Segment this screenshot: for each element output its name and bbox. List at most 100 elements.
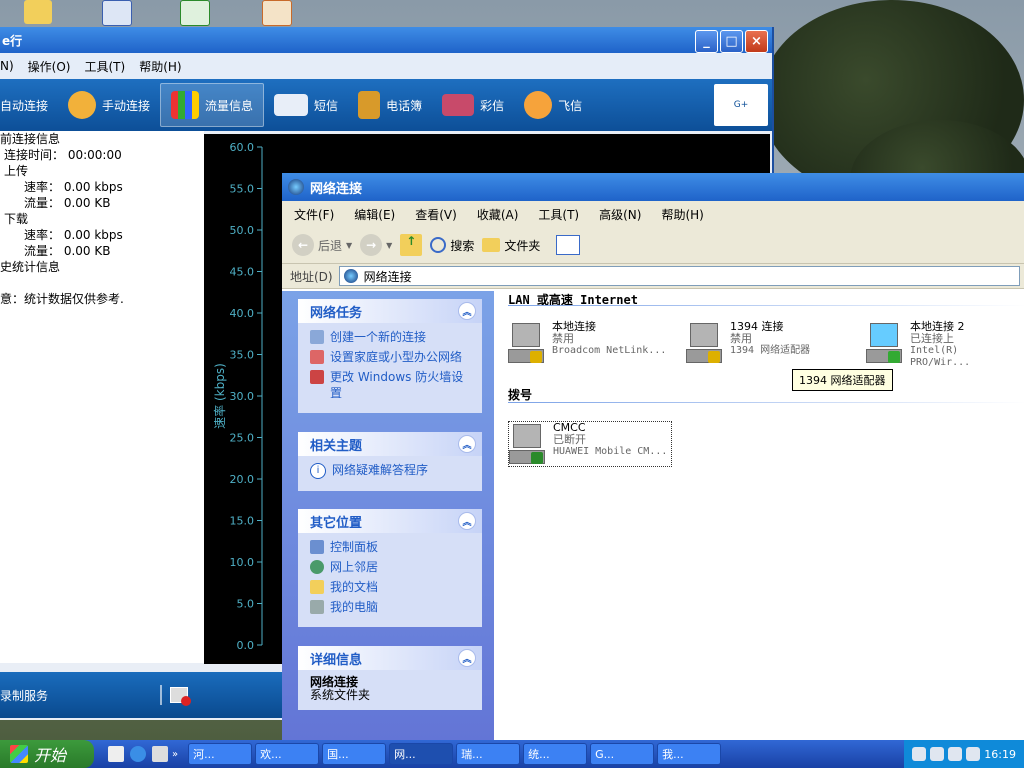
views-icon[interactable] — [556, 235, 581, 255]
info-line: 前连接信息 — [0, 132, 61, 146]
tooltip: 1394 网络适配器 — [792, 369, 893, 391]
menu-advanced[interactable]: 高级(N) — [599, 206, 641, 223]
plug-icon — [68, 91, 97, 119]
tray-icon[interactable] — [966, 747, 981, 761]
quicklaunch-icon[interactable] — [152, 746, 168, 762]
connection-item[interactable]: 本地连接 禁用 Broadcom NetLink... — [508, 321, 666, 365]
quicklaunch-icon[interactable] — [108, 746, 124, 762]
tray-icon[interactable] — [948, 747, 963, 761]
phonebook-button[interactable]: 电话簿 — [348, 84, 432, 126]
search-button[interactable]: 搜索 — [430, 237, 474, 254]
other-places-box: 其它位置 ︽ 控制面板 网上邻居 我的文档 我的电脑 — [298, 509, 482, 627]
auto-connect-button[interactable]: 自动连接 — [0, 84, 58, 126]
document-icon[interactable] — [262, 0, 292, 26]
lan-connection-icon — [686, 321, 724, 365]
menu-item[interactable]: N) — [0, 59, 14, 73]
menu-file[interactable]: 文件(F) — [294, 206, 334, 223]
tray-icon[interactable] — [930, 747, 945, 761]
menu-view[interactable]: 查看(V) — [415, 206, 457, 223]
taskbar-button[interactable]: 网... — [389, 743, 454, 765]
net-menubar: 文件(F) 编辑(E) 查看(V) 收藏(A) 工具(T) 高级(N) 帮助(H… — [282, 201, 1024, 227]
network-icon — [288, 179, 304, 195]
folder-icon[interactable] — [24, 0, 52, 24]
minimize-button[interactable]: _ — [695, 30, 718, 53]
ie-icon[interactable] — [130, 746, 146, 762]
menu-help[interactable]: 帮助(H) — [661, 206, 703, 223]
task-pane: 网络任务 ︽ 创建一个新的连接 设置家庭或小型办公网络 更改 Windows 防… — [282, 291, 494, 740]
sms-label: 短信 — [314, 98, 339, 113]
y-tick-label: 35.0 — [230, 349, 255, 362]
taskbar-button[interactable]: 国... — [322, 743, 387, 765]
control-panel-link[interactable]: 控制面板 — [310, 539, 472, 555]
traffic-info-button[interactable]: 流量信息 — [160, 83, 265, 127]
menu-edit[interactable]: 编辑(E) — [354, 206, 395, 223]
folder-icon — [482, 238, 501, 252]
y-tick-label: 30.0 — [230, 390, 255, 403]
related-topics-header[interactable]: 相关主题 ︽ — [298, 432, 482, 456]
excel-doc-icon[interactable] — [180, 0, 210, 26]
taskbar-button[interactable]: 我... — [657, 743, 722, 765]
menu-operate[interactable]: 操作(O) — [28, 58, 71, 75]
start-button[interactable]: 开始 — [0, 740, 94, 768]
info-line: 下载 — [4, 212, 29, 226]
my-computer-link[interactable]: 我的电脑 — [310, 599, 472, 615]
taskbar-button[interactable]: 河... — [188, 743, 253, 765]
link-label: 网上邻居 — [330, 560, 379, 574]
taskbar-button[interactable]: 欢... — [255, 743, 320, 765]
connection-item[interactable]: 本地连接 2 已连接上 Intel(R) PRO/Wir... — [866, 321, 1024, 369]
sms-button[interactable]: 短信 — [264, 84, 348, 126]
menu-favorites[interactable]: 收藏(A) — [477, 206, 519, 223]
status-service-label[interactable]: 录制服务 — [0, 687, 48, 704]
envelope-icon — [274, 94, 309, 116]
forward-button[interactable]: → ▼ — [360, 234, 392, 256]
word-doc-icon[interactable] — [102, 0, 132, 26]
collapse-icon[interactable]: ︽ — [458, 302, 476, 320]
connection-status: 禁用 — [730, 332, 752, 345]
network-tasks-header[interactable]: 网络任务 ︽ — [298, 299, 482, 323]
network-connections-window: 网络连接 文件(F) 编辑(E) 查看(V) 收藏(A) 工具(T) 高级(N)… — [282, 173, 1024, 740]
back-button[interactable]: ← 后退 ▼ — [292, 234, 352, 256]
error-icon[interactable] — [170, 687, 192, 706]
collapse-icon[interactable]: ︽ — [458, 649, 476, 667]
details-header[interactable]: 详细信息 ︽ — [298, 646, 482, 670]
app-titlebar: e行 _ □ × — [0, 27, 772, 53]
taskbar-button[interactable]: G... — [590, 743, 655, 765]
brand-logo: G+ — [714, 84, 768, 126]
collapse-icon[interactable]: ︽ — [458, 435, 476, 453]
menu-tools[interactable]: 工具(T) — [84, 58, 125, 75]
close-button[interactable]: × — [745, 30, 768, 53]
taskbar-button[interactable]: 瑞... — [456, 743, 521, 765]
firewall-link[interactable]: 更改 Windows 防火墙设置 — [310, 369, 472, 401]
tray-icon[interactable] — [912, 747, 927, 761]
info-line: 流量： 0.00 KB — [24, 244, 111, 258]
my-documents-link[interactable]: 我的文档 — [310, 579, 472, 595]
fetion-button[interactable]: 飞信 — [514, 84, 592, 126]
troubleshooter-link[interactable]: i 网络疑难解答程序 — [310, 462, 472, 479]
clock: 16:19 — [984, 747, 1016, 761]
menu-help[interactable]: 帮助(H) — [139, 58, 181, 75]
info-line: 上传 — [4, 164, 29, 178]
manual-connect-button[interactable]: 手动连接 — [58, 84, 160, 126]
connection-item[interactable]: 1394 连接 禁用 1394 网络适配器 — [686, 321, 810, 365]
forward-arrow-icon: → — [360, 234, 383, 256]
folders-button[interactable]: 文件夹 — [482, 237, 540, 254]
info-line — [0, 275, 204, 291]
maximize-button[interactable]: □ — [720, 30, 743, 53]
chevron-down-icon: ▼ — [386, 240, 393, 250]
taskbar-button[interactable]: 统... — [523, 743, 588, 765]
up-folder-icon[interactable]: ↑ — [400, 234, 423, 256]
home-network-link[interactable]: 设置家庭或小型办公网络 — [310, 349, 472, 365]
windows-logo-icon — [10, 745, 28, 763]
manual-connect-label: 手动连接 — [102, 98, 151, 113]
collapse-icon[interactable]: ︽ — [458, 512, 476, 530]
create-connection-link[interactable]: 创建一个新的连接 — [310, 329, 472, 345]
menu-tools[interactable]: 工具(T) — [538, 206, 579, 223]
other-places-header[interactable]: 其它位置 ︽ — [298, 509, 482, 533]
address-input[interactable]: 网络连接 — [338, 266, 1020, 286]
network-places-link[interactable]: 网上邻居 — [310, 559, 472, 575]
dialup-connection-item[interactable]: CMCC 已断开 HUAWEI Mobile CM... — [508, 421, 673, 467]
y-tick-label: 60.0 — [230, 141, 255, 154]
chevron-right-icon[interactable]: » — [172, 749, 178, 760]
group-dialup-heading: 拨号 — [508, 388, 533, 402]
mms-button[interactable]: 彩信 — [432, 84, 514, 126]
